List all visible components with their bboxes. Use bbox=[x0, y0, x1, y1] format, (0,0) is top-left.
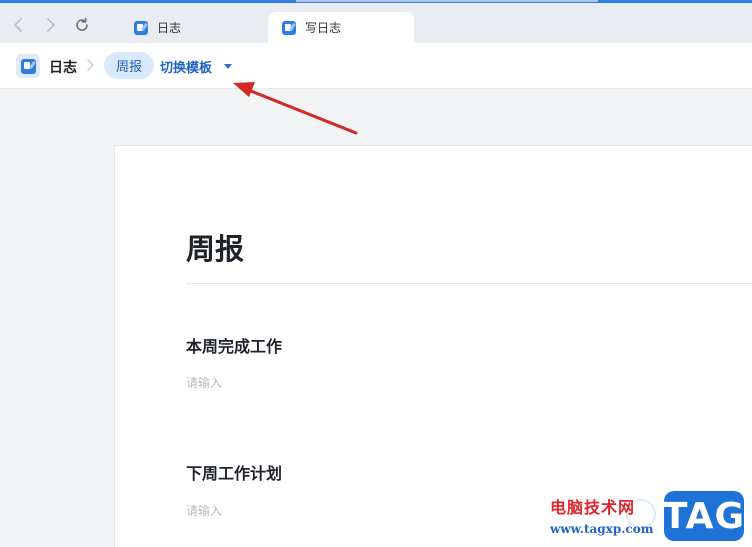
refresh-icon[interactable] bbox=[73, 16, 91, 34]
tab-write-log[interactable]: 写日志 bbox=[268, 12, 414, 43]
caret-down-icon[interactable] bbox=[224, 64, 232, 69]
section-title-this-week: 本周完成工作 bbox=[186, 337, 283, 356]
app-logo bbox=[16, 54, 40, 78]
switch-template-button[interactable]: 切换模板 bbox=[160, 57, 212, 76]
back-icon[interactable] bbox=[10, 16, 28, 34]
title-divider bbox=[186, 283, 752, 284]
current-template-pill[interactable]: 周报 bbox=[104, 52, 154, 79]
page-header: 日志 周报 切换模板 bbox=[0, 43, 752, 89]
watermark-url: www.tagxp.com bbox=[550, 522, 654, 536]
app-window: 日志 写日志 日志 周报 切换模板 周报 本周完成工作 请输入 下周工作计划 请… bbox=[0, 0, 752, 547]
window-top-notch bbox=[296, 0, 598, 2]
tab-log-label: 日志 bbox=[157, 21, 182, 35]
forward-icon[interactable] bbox=[41, 16, 59, 34]
breadcrumb-log[interactable]: 日志 bbox=[49, 57, 77, 77]
next-week-input[interactable]: 请输入 bbox=[186, 502, 222, 519]
this-week-input[interactable]: 请输入 bbox=[186, 374, 222, 391]
section-title-next-week: 下周工作计划 bbox=[186, 464, 283, 483]
tab-write-log-label: 写日志 bbox=[305, 21, 342, 35]
watermark-badge: TAG bbox=[663, 491, 744, 541]
log-app-icon bbox=[282, 20, 296, 35]
tab-log[interactable]: 日志 bbox=[124, 12, 264, 43]
chevron-right-icon bbox=[85, 58, 95, 72]
tab-bar: 日志 写日志 bbox=[0, 3, 752, 43]
log-app-icon bbox=[134, 20, 148, 35]
log-app-icon bbox=[20, 58, 36, 74]
watermark-text: 电脑技术网 bbox=[550, 498, 636, 517]
document-title: 周报 bbox=[186, 232, 245, 266]
